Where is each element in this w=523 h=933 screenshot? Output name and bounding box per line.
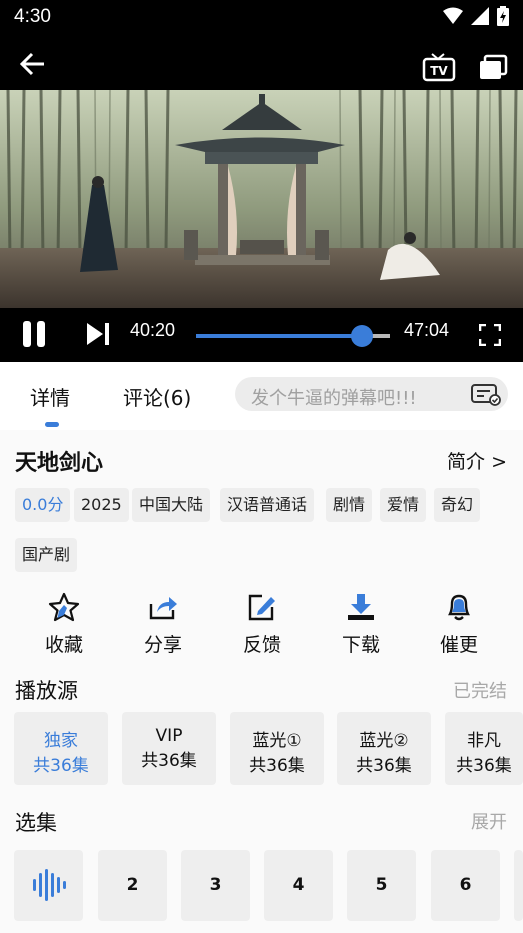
episodes-title: 选集: [15, 811, 57, 835]
episodes-expand[interactable]: 展开: [471, 808, 507, 834]
episode-6[interactable]: 6: [431, 850, 500, 921]
next-episode-icon[interactable]: [84, 320, 112, 348]
source-name: 蓝光①: [252, 731, 302, 751]
danmaku-placeholder: 发个牛逼的弹幕吧!!!: [251, 388, 417, 409]
detail-tabs: 详情 评论(6) 发个牛逼的弹幕吧!!!: [0, 362, 523, 430]
year-tag: 2025: [74, 488, 129, 522]
download-icon: [348, 594, 374, 620]
rating-tag: 0.0分: [15, 488, 71, 522]
source-count: 共36集: [356, 756, 412, 776]
episode-5[interactable]: 5: [347, 850, 416, 921]
source-name: 独家: [44, 731, 78, 751]
genre-tag: 奇幻: [434, 488, 481, 522]
download-label: 下载: [341, 634, 380, 656]
genre-tag: 爱情: [380, 488, 427, 522]
fullscreen-icon[interactable]: [479, 324, 501, 346]
genre-tag: 剧情: [326, 488, 373, 522]
episode-1-playing[interactable]: [14, 850, 83, 921]
pause-icon[interactable]: [20, 318, 48, 350]
tab-comments[interactable]: 评论(6): [123, 382, 191, 411]
source-exclusive[interactable]: 独家 共36集: [14, 712, 108, 785]
intro-link[interactable]: 简介 >: [447, 447, 507, 474]
tab-active-indicator: [45, 422, 59, 427]
sources-title: 播放源: [15, 679, 78, 703]
bell-icon: [448, 594, 470, 621]
source-count: 共36集: [456, 756, 512, 776]
source-name: VIP: [155, 726, 183, 746]
show-title: 天地剑心: [15, 451, 104, 476]
back-arrow-icon[interactable]: [18, 50, 48, 78]
remind-update-button[interactable]: 催更: [429, 592, 489, 657]
seek-thumb[interactable]: [351, 325, 374, 347]
language-tag: 汉语普通话: [220, 488, 315, 522]
episode-3[interactable]: 3: [181, 850, 250, 921]
wifi-icon: [443, 7, 463, 24]
video-scene-image: [0, 90, 523, 308]
pip-icon[interactable]: [478, 54, 508, 80]
video-frame[interactable]: [0, 90, 523, 308]
status-time: 4:30: [14, 6, 51, 27]
share-button[interactable]: 分享: [133, 592, 193, 657]
favorite-label: 收藏: [44, 634, 83, 656]
remind-update-label: 催更: [439, 634, 478, 656]
source-feifan[interactable]: 非凡 共36集: [445, 712, 523, 785]
current-time: 40:20: [130, 320, 176, 340]
seek-bar[interactable]: [196, 325, 390, 347]
episode-next-partial[interactable]: [514, 850, 523, 921]
source-count: 共36集: [249, 756, 305, 776]
feedback-label: 反馈: [242, 634, 281, 656]
source-name: 非凡: [467, 731, 501, 751]
status-icons: [443, 6, 509, 26]
source-count: 共36集: [33, 756, 89, 776]
tab-details[interactable]: 详情: [30, 382, 70, 411]
svg-text:TV: TV: [430, 64, 448, 78]
player-header: TV: [0, 36, 523, 90]
source-bluray-1[interactable]: 蓝光① 共36集: [230, 712, 324, 785]
seek-progress: [196, 334, 363, 338]
total-time: 47:04: [404, 320, 450, 340]
signal-icon: [471, 7, 489, 25]
source-name: 蓝光②: [359, 731, 409, 751]
download-button[interactable]: 下载: [331, 592, 391, 657]
region-tag: 中国大陆: [132, 488, 211, 522]
episode-4[interactable]: 4: [264, 850, 333, 921]
star-icon: [48, 592, 80, 622]
cast-tv-icon[interactable]: TV: [422, 52, 456, 82]
danmaku-input[interactable]: 发个牛逼的弹幕吧!!!: [235, 377, 508, 411]
status-bar: 4:30: [0, 0, 523, 36]
source-vip[interactable]: VIP 共36集: [122, 712, 216, 785]
favorite-button[interactable]: 收藏: [34, 592, 94, 657]
source-bluray-2[interactable]: 蓝光② 共36集: [337, 712, 431, 785]
category-tag: 国产剧: [15, 538, 78, 572]
share-label: 分享: [143, 634, 182, 656]
episode-2[interactable]: 2: [98, 850, 167, 921]
action-row: 收藏 分享 反馈 下载 催更: [0, 592, 523, 662]
feedback-button[interactable]: 反馈: [232, 592, 292, 657]
now-playing-icon: [32, 869, 66, 901]
player-controls: 40:20 47:04: [0, 308, 523, 362]
sources-status: 已完结: [453, 681, 507, 702]
share-icon: [149, 597, 177, 620]
danmaku-settings-icon[interactable]: [470, 382, 502, 406]
source-count: 共36集: [141, 751, 197, 771]
feedback-icon: [248, 594, 275, 621]
battery-icon: [497, 6, 509, 26]
